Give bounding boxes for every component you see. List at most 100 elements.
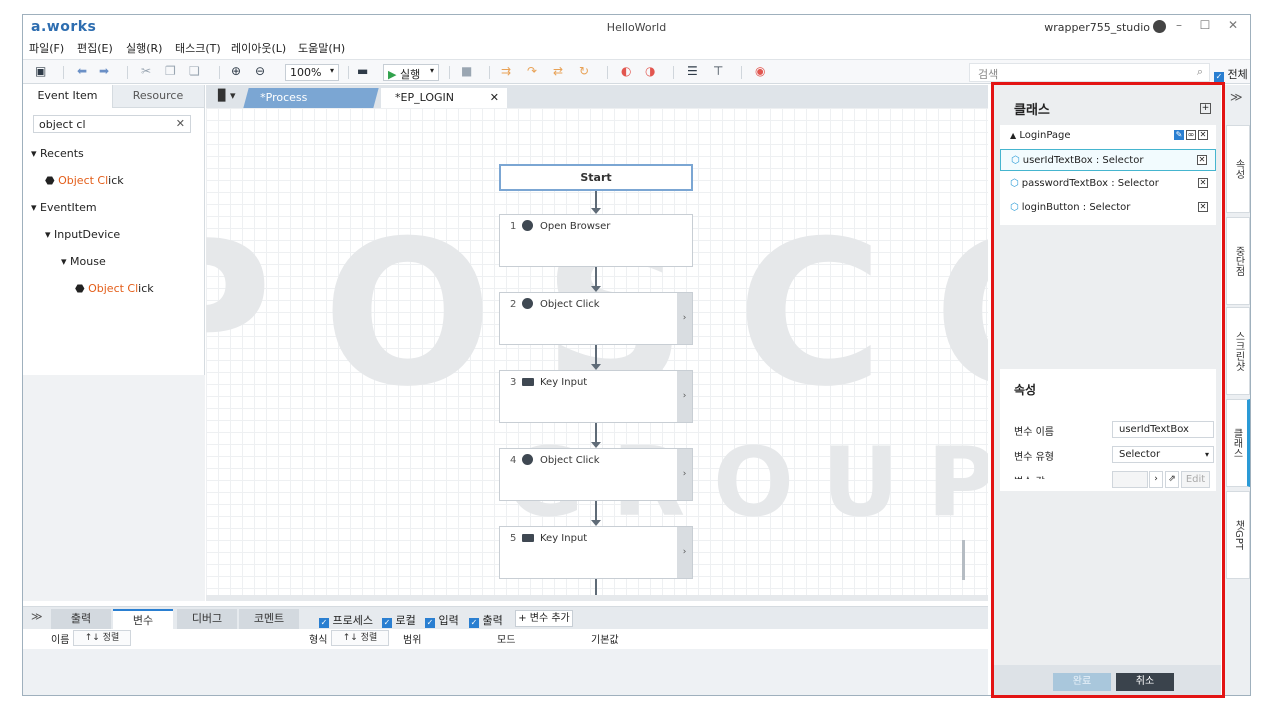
close-tab-icon[interactable]: ✕ <box>490 88 499 107</box>
step-into-icon[interactable]: ↷ <box>527 64 537 80</box>
zoom-select[interactable]: 100% ▾ <box>285 64 339 81</box>
maximize-button[interactable]: ☐ <box>1196 18 1214 34</box>
event-search-input[interactable]: object cl ✕ <box>33 115 191 133</box>
flow-canvas[interactable]: POSCO GROUP Start 1 Open Browser 2 Objec… <box>206 108 988 595</box>
user-name[interactable]: wrapper755_studio <box>1044 21 1150 34</box>
minimize-button[interactable]: – <box>1170 18 1188 34</box>
zoom-out-icon[interactable]: ⊖ <box>255 64 265 80</box>
breakpoint-icon[interactable]: ◐ <box>621 64 631 80</box>
class-item-userid[interactable]: ⬡ userIdTextBox : Selector ✕ <box>1000 149 1216 171</box>
tab-resource[interactable]: Resource <box>113 85 203 108</box>
collapse-icon[interactable]: ≫ <box>31 610 43 623</box>
filter-local[interactable]: ✓ 로컬 <box>382 612 416 628</box>
flow-node-key-input[interactable]: 5 Key Input › <box>499 526 693 579</box>
chevron-right-icon[interactable]: › <box>677 527 692 578</box>
tree-item-recents[interactable]: ▾ Recents <box>31 147 84 160</box>
menu-file[interactable]: 파일(F) <box>29 40 64 56</box>
remove-icon[interactable]: ✕ <box>1198 202 1208 212</box>
tab-event-item[interactable]: Event Item <box>23 85 113 108</box>
cancel-button[interactable]: 취소 <box>1116 673 1174 691</box>
side-tab-breakpoints[interactable]: 중단점 <box>1226 217 1250 305</box>
tab-ep-login[interactable]: *EP_LOGIN ✕ <box>381 88 507 108</box>
variable-type-select[interactable]: Selector ▾ <box>1112 446 1214 463</box>
search-input[interactable]: 검색 ⌕ <box>969 63 1210 82</box>
menu-layout[interactable]: 레이아웃(L) <box>231 40 286 56</box>
remove-icon[interactable]: ✕ <box>1197 155 1207 165</box>
flow-node-key-input[interactable]: 3 Key Input › <box>499 370 693 423</box>
flow-node-open-browser[interactable]: 1 Open Browser <box>499 214 693 267</box>
flow-node-object-click[interactable]: 2 Object Click › <box>499 292 693 345</box>
tab-debug[interactable]: 디버그 <box>177 609 237 629</box>
remove-icon[interactable]: ✕ <box>1198 178 1208 188</box>
run-button[interactable]: ▶ 실행 ▾ <box>383 64 439 81</box>
filter-process[interactable]: ✓ 프로세스 <box>319 612 373 628</box>
copy-icon[interactable]: ❐ <box>165 64 176 80</box>
chevron-right-icon[interactable]: › <box>677 371 692 422</box>
tree-item-eventitem[interactable]: ▾ EventItem <box>31 201 97 214</box>
tab-comment[interactable]: 코멘트 <box>239 609 299 629</box>
start-node[interactable]: Start <box>499 164 693 191</box>
record-video-icon[interactable]: ▬ <box>357 64 368 80</box>
remove-icon[interactable]: ✕ <box>1198 130 1208 140</box>
record-icon[interactable]: ◉ <box>755 64 765 80</box>
step-out-icon[interactable]: ⇄ <box>553 64 563 80</box>
add-variable-button[interactable]: + 변수 추가 <box>515 610 573 627</box>
all-checkbox[interactable]: ✓ 전체 <box>1214 66 1248 82</box>
expand-panel-icon[interactable]: ≫ <box>1230 90 1243 104</box>
chevron-right-icon[interactable]: › <box>677 293 692 344</box>
filter-output[interactable]: ✓ 출력 <box>469 612 503 628</box>
clear-search-icon[interactable]: ✕ <box>176 117 185 130</box>
class-item-loginbutton[interactable]: ⬡ loginButton : Selector ✕ <box>1000 197 1216 219</box>
edit-icon[interactable]: ✎ <box>1174 130 1184 140</box>
align-top-icon[interactable]: ⊤ <box>713 64 723 80</box>
paste-icon[interactable]: ❏ <box>189 64 200 80</box>
sort-button[interactable]: ↑↓ 정렬 <box>331 630 389 646</box>
variable-name-input[interactable]: userIdTextBox <box>1112 421 1214 438</box>
side-tab-chatgpt[interactable]: 챗GPT <box>1226 491 1250 579</box>
tab-variables[interactable]: 변수 <box>113 609 173 629</box>
chevron-right-icon[interactable]: › <box>1149 471 1163 488</box>
filter-input[interactable]: ✓ 입력 <box>425 612 459 628</box>
menu-run[interactable]: 실행(R) <box>126 40 162 56</box>
edit-button[interactable]: Edit <box>1181 471 1210 488</box>
user-avatar-icon[interactable] <box>1153 20 1166 33</box>
save-icon[interactable]: ▣ <box>35 64 46 80</box>
link-icon[interactable]: ∞ <box>1186 130 1196 140</box>
confirm-button[interactable]: 완료 <box>1053 673 1111 691</box>
align-center-icon[interactable]: ☰ <box>687 64 698 80</box>
side-tab-screenshot[interactable]: 스크린샷 <box>1226 307 1250 395</box>
add-class-icon[interactable]: + <box>1200 103 1211 114</box>
open-external-icon[interactable]: ⇗ <box>1165 471 1179 488</box>
class-item-password[interactable]: ⬡ passwordTextBox : Selector ✕ <box>1000 173 1216 195</box>
search-icon[interactable]: ⌕ <box>1197 65 1203 79</box>
zoom-in-icon[interactable]: ⊕ <box>231 64 241 80</box>
tab-process[interactable]: *Process <box>243 88 379 108</box>
tree-item-highlight: Object Cl <box>58 174 109 187</box>
stop-icon[interactable]: ■ <box>461 64 472 80</box>
menu-help[interactable]: 도움말(H) <box>298 40 345 56</box>
chevron-right-icon[interactable]: › <box>677 449 692 500</box>
side-tab-class[interactable]: 클래스 <box>1226 399 1250 487</box>
horizontal-scrollbar[interactable] <box>206 595 988 601</box>
back-icon[interactable]: ⬅ <box>77 64 87 80</box>
variable-value-input[interactable] <box>1112 471 1148 488</box>
tree-item-mouse[interactable]: ▾ Mouse <box>61 255 106 268</box>
vertical-scrollbar[interactable] <box>962 540 965 580</box>
close-window-button[interactable]: ✕ <box>1224 18 1242 34</box>
tree-item-inputdevice[interactable]: ▾ InputDevice <box>45 228 120 241</box>
tree-item-object-click-recent[interactable]: ⬣ Object Click <box>45 174 124 187</box>
forward-icon[interactable]: ➡ <box>99 64 109 80</box>
clear-breakpoints-icon[interactable]: ◑ <box>645 64 655 80</box>
tab-output[interactable]: 출력 <box>51 609 111 629</box>
flow-node-object-click[interactable]: 4 Object Click › <box>499 448 693 501</box>
menu-edit[interactable]: 편집(E) <box>77 40 113 56</box>
menu-task[interactable]: 태스크(T) <box>175 40 221 56</box>
sort-button[interactable]: ↑↓ 정렬 <box>73 630 131 646</box>
new-file-icon[interactable]: ▉ ▾ <box>218 89 235 102</box>
tree-item-object-click[interactable]: ⬣ Object Click <box>75 282 154 295</box>
restart-icon[interactable]: ↻ <box>579 64 589 80</box>
step-over-icon[interactable]: ⇉ <box>501 64 511 80</box>
cut-icon[interactable]: ✂ <box>141 64 151 80</box>
side-tab-properties[interactable]: 속성 <box>1226 125 1250 213</box>
class-page-loginpage[interactable]: ▲ LoginPage ✎ ∞ ✕ <box>1000 125 1216 147</box>
